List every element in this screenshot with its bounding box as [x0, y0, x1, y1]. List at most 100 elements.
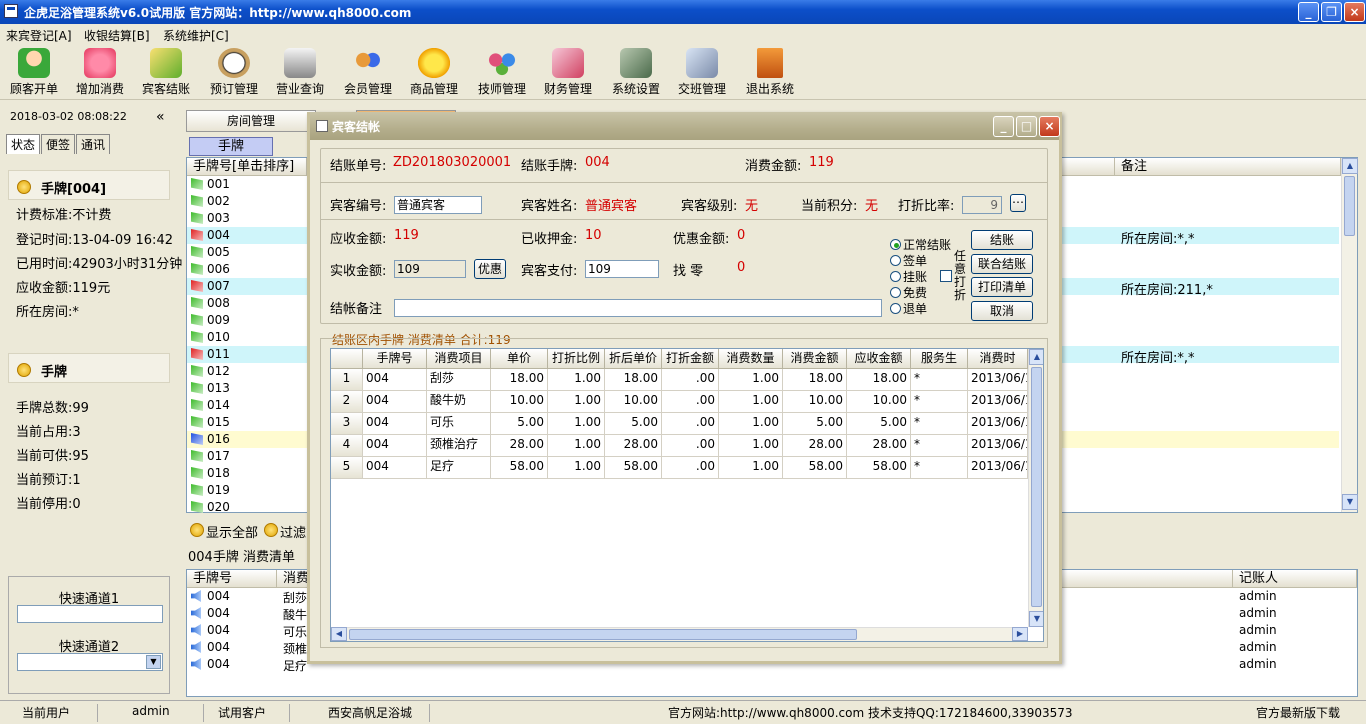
- grid-cell[interactable]: *: [911, 391, 968, 413]
- grid-cell[interactable]: 5.00: [605, 413, 662, 435]
- collapse-icon[interactable]: «: [156, 109, 165, 125]
- toolbar-finance[interactable]: 财务管理: [536, 46, 600, 98]
- minimize-button[interactable]: _: [1298, 2, 1319, 22]
- radio-free[interactable]: 免费: [890, 284, 927, 301]
- grid-cell[interactable]: 1.00: [719, 369, 783, 391]
- pay-input[interactable]: 109: [585, 260, 659, 278]
- column-header-note[interactable]: 备注: [1115, 158, 1341, 176]
- toolbar-open-order[interactable]: 顾客开单: [2, 46, 66, 98]
- grid-cell[interactable]: 颈椎治疗: [427, 435, 491, 457]
- grid-cell[interactable]: 28.00: [783, 435, 847, 457]
- toolbar-settings[interactable]: 系统设置: [604, 46, 668, 98]
- grid-cell[interactable]: 5.00: [783, 413, 847, 435]
- grid-column-header[interactable]: 打折比例: [548, 349, 605, 369]
- grid-cell[interactable]: 004: [363, 369, 427, 391]
- grid-column-header[interactable]: 应收金额: [847, 349, 911, 369]
- grid-cell[interactable]: 1.00: [719, 457, 783, 479]
- grid-column-header[interactable]: 折后单价: [605, 349, 662, 369]
- dialog-maximize-button[interactable]: □: [1016, 116, 1037, 137]
- grid-cell[interactable]: 28.00: [491, 435, 548, 457]
- grid-cell[interactable]: 1.00: [548, 413, 605, 435]
- radio-normal[interactable]: 正常结账: [890, 236, 951, 253]
- toolbar-add-consumption[interactable]: 增加消费: [68, 46, 132, 98]
- quick-access-2-select[interactable]: [17, 653, 163, 671]
- grid-column-header[interactable]: 消费数量: [719, 349, 783, 369]
- toolbar-guest-checkout[interactable]: 宾客结账: [134, 46, 198, 98]
- items-vertical-scrollbar[interactable]: ▲ ▼: [1028, 349, 1043, 627]
- grid-cell[interactable]: 18.00: [847, 369, 911, 391]
- items-horizontal-scrollbar[interactable]: ◀ ▶: [331, 627, 1028, 641]
- grid-cell[interactable]: 004: [363, 457, 427, 479]
- grid-column-header[interactable]: 消费金额: [783, 349, 847, 369]
- scroll-right-icon[interactable]: ▶: [1012, 627, 1028, 641]
- toolbar-products[interactable]: 商品管理: [402, 46, 466, 98]
- row-header[interactable]: 3: [331, 413, 363, 435]
- download-link[interactable]: 官方最新版下载: [1248, 704, 1348, 722]
- cancel-button[interactable]: 取消: [971, 301, 1033, 321]
- grid-cell[interactable]: 10.00: [783, 391, 847, 413]
- show-all-button[interactable]: 显示全部: [206, 522, 258, 541]
- grid-cell[interactable]: 004: [363, 413, 427, 435]
- grid-cell[interactable]: .00: [662, 435, 719, 457]
- grid-cell[interactable]: 10.00: [847, 391, 911, 413]
- grid-cell[interactable]: 58.00: [491, 457, 548, 479]
- grid-column-header[interactable]: [331, 349, 363, 369]
- toolbar-business-query[interactable]: 营业查询: [268, 46, 332, 98]
- scroll-left-icon[interactable]: ◀: [331, 627, 347, 641]
- tab-room-management[interactable]: 房间管理: [186, 110, 316, 132]
- grid-column-header[interactable]: 手牌号: [363, 349, 427, 369]
- radio-refund[interactable]: 退单: [890, 300, 927, 317]
- guest-no-input[interactable]: 普通宾客: [394, 196, 482, 214]
- grid-cell[interactable]: 2013/06/1: [968, 369, 1028, 391]
- dialog-minimize-button[interactable]: _: [993, 116, 1014, 137]
- toolbar-reservation[interactable]: 预订管理: [202, 46, 266, 98]
- menu-register[interactable]: 来宾登记[A]: [6, 27, 72, 44]
- grid-cell[interactable]: 10.00: [605, 391, 662, 413]
- grid-cell[interactable]: *: [911, 457, 968, 479]
- toolbar-technicians[interactable]: 技师管理: [470, 46, 534, 98]
- column-header-card-no[interactable]: 手牌号: [187, 570, 277, 588]
- grid-cell[interactable]: 5.00: [491, 413, 548, 435]
- quick-access-1-input[interactable]: [17, 605, 163, 623]
- chevron-down-icon[interactable]: ▼: [146, 655, 161, 669]
- grid-cell[interactable]: 1.00: [719, 391, 783, 413]
- grid-cell[interactable]: 2013/06/1: [968, 391, 1028, 413]
- maximize-button[interactable]: ❐: [1321, 2, 1342, 22]
- grid-cell[interactable]: 1.00: [719, 435, 783, 457]
- scroll-thumb[interactable]: [1031, 367, 1042, 607]
- toolbar-shift[interactable]: 交班管理: [670, 46, 734, 98]
- grid-cell[interactable]: 2013/06/1: [968, 413, 1028, 435]
- grid-cell[interactable]: 1.00: [548, 369, 605, 391]
- actual-input[interactable]: 109: [394, 260, 466, 278]
- scroll-thumb[interactable]: [349, 629, 857, 640]
- grid-cell[interactable]: 58.00: [605, 457, 662, 479]
- grid-cell[interactable]: 足疗: [427, 457, 491, 479]
- vertical-scrollbar[interactable]: ▲ ▼: [1341, 158, 1358, 512]
- grid-column-header[interactable]: 服务生: [911, 349, 968, 369]
- grid-cell[interactable]: 28.00: [847, 435, 911, 457]
- close-button[interactable]: ×: [1344, 2, 1365, 22]
- grid-cell[interactable]: 10.00: [491, 391, 548, 413]
- grid-cell[interactable]: 5.00: [847, 413, 911, 435]
- radio-sign[interactable]: 签单: [890, 252, 927, 269]
- checkout-button[interactable]: 结账: [971, 230, 1033, 250]
- grid-cell[interactable]: 刮莎: [427, 369, 491, 391]
- menu-checkout[interactable]: 收银结算[B]: [84, 27, 150, 44]
- row-header[interactable]: 2: [331, 391, 363, 413]
- promo-button[interactable]: 优惠: [474, 259, 506, 279]
- grid-cell[interactable]: 004: [363, 435, 427, 457]
- scroll-thumb[interactable]: [1344, 176, 1355, 236]
- grid-cell[interactable]: 1.00: [548, 457, 605, 479]
- remark-input[interactable]: [394, 299, 882, 317]
- toolbar-exit[interactable]: 退出系统: [738, 46, 802, 98]
- grid-cell[interactable]: 可乐: [427, 413, 491, 435]
- tab-notes[interactable]: 便签: [41, 134, 76, 154]
- column-header-recorder[interactable]: 记账人: [1233, 570, 1357, 588]
- subtab-cards[interactable]: 手牌: [189, 137, 273, 156]
- grid-cell[interactable]: 2013/06/1: [968, 435, 1028, 457]
- grid-cell[interactable]: 58.00: [783, 457, 847, 479]
- row-header[interactable]: 1: [331, 369, 363, 391]
- grid-cell[interactable]: .00: [662, 413, 719, 435]
- scroll-up-icon[interactable]: ▲: [1342, 158, 1358, 174]
- grid-cell[interactable]: 58.00: [847, 457, 911, 479]
